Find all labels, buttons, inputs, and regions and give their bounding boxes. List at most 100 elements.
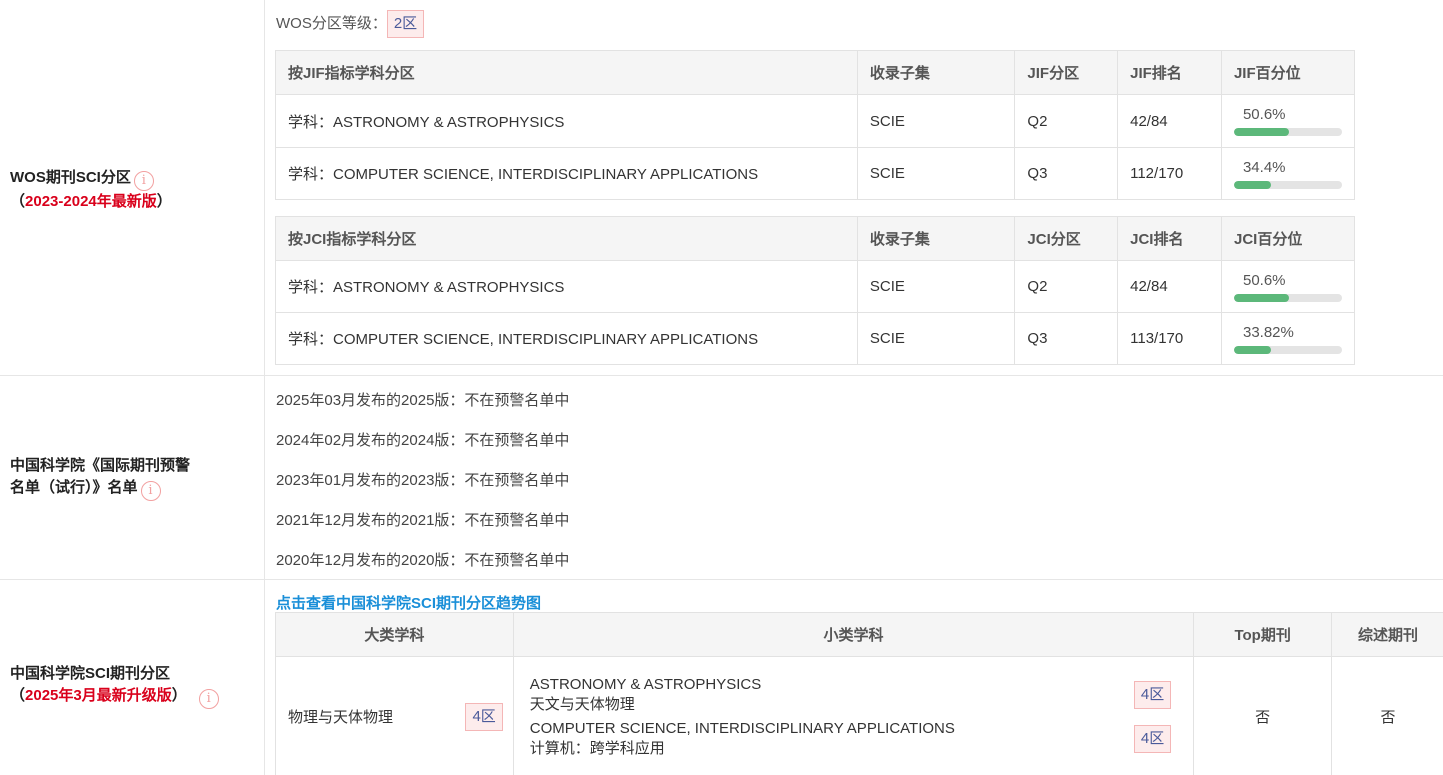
- minor-subject-en: COMPUTER SCIENCE, INTERDISCIPLINARY APPL…: [529, 719, 955, 737]
- percentile-value: 50.6%: [1242, 106, 1286, 123]
- minor-subject-item: ASTRONOMY & ASTROPHYSICS 天文与天体物理 4区: [529, 675, 1172, 715]
- subject-cell: 学科：ASTRONOMY & ASTROPHYSICS: [275, 260, 858, 313]
- wos-label: WOS期刊SCI分区 i （2023-2024年最新版）: [10, 167, 172, 213]
- minor-zone-badge: 4区: [1133, 724, 1172, 753]
- percentile-cell: 33.82%: [1220, 312, 1356, 365]
- collection-cell: SCIE: [856, 312, 1016, 365]
- jif-header-quartile: JIF分区: [1014, 50, 1119, 95]
- percentile-value: 34.4%: [1242, 158, 1286, 176]
- cas-title: 中国科学院SCI期刊分区: [10, 665, 171, 682]
- warning-line: 2023年01月发布的2023版：不在预警名单中: [276, 472, 570, 489]
- percentile-bar-fill: [1233, 293, 1289, 302]
- minor-subject-item: COMPUTER SCIENCE, INTERDISCIPLINARY APPL…: [529, 719, 1172, 759]
- quartile-cell: Q3: [1014, 312, 1119, 365]
- table-row: 学科：ASTRONOMY & ASTROPHYSICS SCIE Q2 42/8…: [275, 260, 1356, 313]
- jci-table: 按JCI指标学科分区 收录子集 JCI分区 JCI排名 JCI百分位 学科：AS…: [275, 216, 1356, 365]
- table-row: 学科：ASTRONOMY & ASTROPHYSICS SCIE Q2 42/8…: [275, 94, 1356, 148]
- cas-header-top: Top期刊: [1193, 612, 1333, 657]
- subject-cell: 学科：COMPUTER SCIENCE, INTERDISCIPLINARY A…: [275, 147, 858, 200]
- wos-section: WOS期刊SCI分区 i （2023-2024年最新版） WOS分区等级： 2区 按…: [0, 0, 1443, 376]
- subject-cell: 学科：ASTRONOMY & ASTROPHYSICS: [275, 94, 858, 148]
- cas-label: 中国科学院SCI期刊分区 （2025年3月最新升级版） i: [10, 663, 219, 709]
- percentile-bar: [1233, 293, 1342, 302]
- info-icon[interactable]: i: [140, 481, 161, 501]
- review-journal-cell: 否: [1331, 656, 1443, 775]
- percentile-bar: [1233, 128, 1342, 136]
- percentile-cell: 34.4%: [1220, 147, 1356, 200]
- collection-cell: SCIE: [856, 260, 1016, 313]
- cas-table: 大类学科 小类学科 Top期刊 综述期刊 物理与天体物理 4区 ASTRONOM…: [275, 612, 1443, 775]
- table-row: 学科：COMPUTER SCIENCE, INTERDISCIPLINARY A…: [275, 312, 1356, 365]
- jif-table: 按JIF指标学科分区 收录子集 JIF分区 JIF排名 JIF百分位 学科：AS…: [275, 50, 1356, 200]
- percentile-bar: [1233, 345, 1342, 354]
- warning-line: 2021年12月发布的2021版：不在预警名单中: [276, 512, 570, 529]
- quartile-cell: Q3: [1014, 147, 1119, 200]
- jci-header-rank: JCI排名: [1117, 216, 1222, 261]
- wos-edition: 2023-2024年最新版: [25, 193, 157, 210]
- jif-header-row: 按JIF指标学科分区 收录子集 JIF分区 JIF排名 JIF百分位: [275, 50, 1356, 95]
- jci-header-subject: 按JCI指标学科分区: [275, 216, 858, 261]
- percentile-bar-fill: [1233, 345, 1271, 354]
- wos-label-cell: WOS期刊SCI分区 i （2023-2024年最新版）: [0, 0, 265, 375]
- warning-line: 2020年12月发布的2020版：不在预警名单中: [276, 552, 570, 569]
- major-zone-badge: 4区: [465, 702, 503, 731]
- wos-edition-close: ）: [156, 193, 172, 210]
- subject-cell: 学科：COMPUTER SCIENCE, INTERDISCIPLINARY A…: [275, 312, 858, 365]
- major-cell: 物理与天体物理 4区: [275, 656, 514, 775]
- rank-cell: 112/170: [1117, 147, 1222, 200]
- rank-cell: 42/84: [1117, 94, 1222, 148]
- jif-header-rank: JIF排名: [1117, 50, 1222, 95]
- collection-cell: SCIE: [856, 147, 1016, 200]
- minor-zone-badge: 4区: [1133, 680, 1172, 709]
- percentile-cell: 50.6%: [1220, 260, 1356, 313]
- cas-edition: 2025年3月最新升级版: [25, 687, 172, 704]
- major-subject: 物理与天体物理: [288, 709, 394, 726]
- jif-header-percentile: JIF百分位: [1220, 50, 1356, 95]
- cas-label-cell: 中国科学院SCI期刊分区 （2025年3月最新升级版） i: [0, 580, 265, 775]
- warning-line: 2024年02月发布的2024版：不在预警名单中: [276, 432, 570, 449]
- percentile-bar: [1233, 180, 1342, 189]
- info-icon[interactable]: i: [198, 689, 219, 709]
- cas-edition-open: （: [10, 687, 26, 704]
- percentile-bar-fill: [1233, 180, 1272, 189]
- quartile-cell: Q2: [1014, 94, 1119, 148]
- jci-header-row: 按JCI指标学科分区 收录子集 JCI分区 JCI排名 JCI百分位: [275, 216, 1356, 261]
- jci-header-quartile: JCI分区: [1014, 216, 1119, 261]
- rank-cell: 113/170: [1117, 312, 1222, 365]
- quartile-cell: Q2: [1014, 260, 1119, 313]
- info-icon[interactable]: i: [133, 171, 154, 191]
- table-row: 物理与天体物理 4区 ASTRONOMY & ASTROPHYSICS 天文与天…: [275, 656, 1443, 775]
- cas-header-review: 综述期刊: [1331, 612, 1443, 657]
- cas-header-major: 大类学科: [275, 612, 514, 657]
- table-row: 学科：COMPUTER SCIENCE, INTERDISCIPLINARY A…: [275, 147, 1356, 200]
- minor-subject-cn: 计算机：跨学科应用: [529, 739, 665, 757]
- wos-level-badge: 2区: [386, 10, 425, 38]
- wos-edition-open: （: [10, 193, 26, 210]
- percentile-bar-fill: [1233, 128, 1289, 136]
- warning-label-cell: 中国科学院《国际期刊预警 名单（试行）》名单 i: [0, 376, 265, 579]
- warning-label: 中国科学院《国际期刊预警 名单（试行）》名单 i: [10, 455, 190, 501]
- jif-header-subject: 按JIF指标学科分区: [275, 50, 858, 95]
- wos-level-label: WOS分区等级：: [276, 15, 387, 32]
- rank-cell: 42/84: [1117, 260, 1222, 313]
- wos-title: WOS期刊SCI分区: [10, 169, 131, 186]
- cas-header-row: 大类学科 小类学科 Top期刊 综述期刊: [275, 612, 1443, 657]
- warning-line: 2025年03月发布的2025版：不在预警名单中: [276, 392, 570, 409]
- warning-section: 中国科学院《国际期刊预警 名单（试行）》名单 i 2025年03月发布的2025版…: [0, 376, 1443, 580]
- wos-level: WOS分区等级： 2区: [276, 10, 425, 38]
- warning-label-line1: 中国科学院《国际期刊预警: [10, 457, 191, 474]
- warning-label-line2: 名单（试行）》名单: [10, 479, 138, 496]
- collection-cell: SCIE: [856, 94, 1016, 148]
- cas-trend-link[interactable]: 点击查看中国科学院SCI期刊分区趋势图: [276, 592, 541, 613]
- cas-edition-close: ）: [171, 687, 187, 704]
- jci-header-collection: 收录子集: [856, 216, 1016, 261]
- cas-header-minor: 小类学科: [512, 612, 1195, 657]
- minor-subject-cn: 天文与天体物理: [529, 695, 635, 713]
- jci-header-percentile: JCI百分位: [1220, 216, 1356, 261]
- minor-cell: ASTRONOMY & ASTROPHYSICS 天文与天体物理 4区 COMP…: [512, 656, 1195, 775]
- top-journal-cell: 否: [1193, 656, 1333, 775]
- percentile-value: 50.6%: [1242, 271, 1286, 289]
- percentile-cell: 50.6%: [1220, 94, 1356, 148]
- percentile-value: 33.82%: [1242, 323, 1294, 341]
- jif-header-collection: 收录子集: [856, 50, 1016, 95]
